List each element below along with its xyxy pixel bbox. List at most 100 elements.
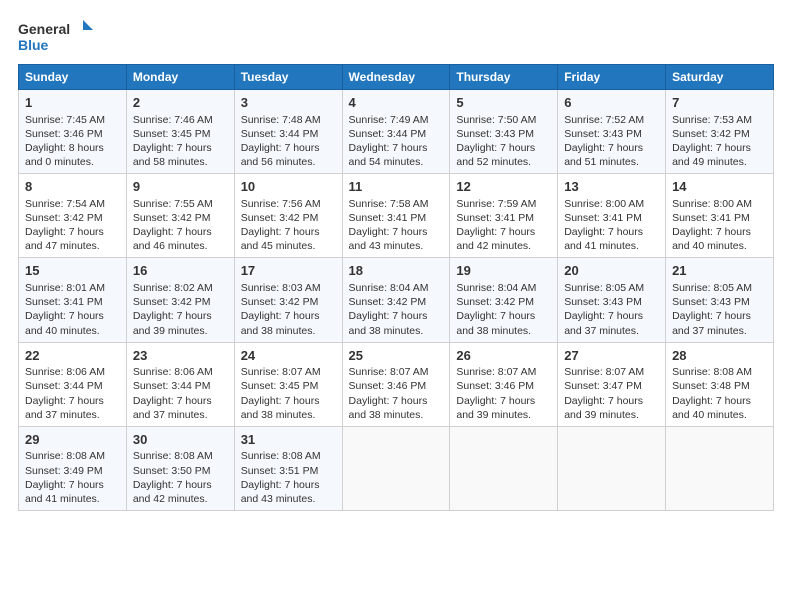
day-cell: 14Sunrise: 8:00 AMSunset: 3:41 PMDayligh… bbox=[666, 174, 774, 258]
day-info: Daylight: 7 hours bbox=[456, 309, 551, 323]
day-info: Sunrise: 8:08 AM bbox=[241, 449, 336, 463]
day-number: 8 bbox=[25, 178, 120, 196]
day-cell bbox=[450, 426, 558, 510]
day-info: Daylight: 7 hours bbox=[564, 225, 659, 239]
header: General Blue bbox=[18, 18, 774, 54]
day-info: Daylight: 7 hours bbox=[133, 225, 228, 239]
day-info: Sunset: 3:42 PM bbox=[672, 127, 767, 141]
day-info: and 37 minutes. bbox=[672, 324, 767, 338]
day-info: Sunset: 3:44 PM bbox=[25, 379, 120, 393]
day-number: 17 bbox=[241, 262, 336, 280]
day-cell: 28Sunrise: 8:08 AMSunset: 3:48 PMDayligh… bbox=[666, 342, 774, 426]
day-info: Daylight: 7 hours bbox=[564, 141, 659, 155]
day-info: Sunset: 3:45 PM bbox=[241, 379, 336, 393]
day-info: Sunrise: 8:07 AM bbox=[456, 365, 551, 379]
day-number: 21 bbox=[672, 262, 767, 280]
day-number: 25 bbox=[349, 347, 444, 365]
day-info: Sunset: 3:50 PM bbox=[133, 464, 228, 478]
day-info: Sunset: 3:42 PM bbox=[456, 295, 551, 309]
day-info: Sunrise: 8:03 AM bbox=[241, 281, 336, 295]
day-info: Sunrise: 7:55 AM bbox=[133, 197, 228, 211]
day-number: 3 bbox=[241, 94, 336, 112]
day-number: 24 bbox=[241, 347, 336, 365]
day-info: and 39 minutes. bbox=[133, 324, 228, 338]
day-cell: 12Sunrise: 7:59 AMSunset: 3:41 PMDayligh… bbox=[450, 174, 558, 258]
day-cell: 7Sunrise: 7:53 AMSunset: 3:42 PMDaylight… bbox=[666, 90, 774, 174]
day-info: Sunrise: 8:06 AM bbox=[133, 365, 228, 379]
day-info: Sunrise: 8:05 AM bbox=[672, 281, 767, 295]
day-info: Sunrise: 8:08 AM bbox=[25, 449, 120, 463]
day-info: Sunrise: 8:06 AM bbox=[25, 365, 120, 379]
day-info: Sunrise: 8:08 AM bbox=[133, 449, 228, 463]
day-info: Sunset: 3:42 PM bbox=[133, 295, 228, 309]
svg-text:General: General bbox=[18, 21, 70, 37]
week-row-1: 1Sunrise: 7:45 AMSunset: 3:46 PMDaylight… bbox=[19, 90, 774, 174]
day-info: Sunset: 3:42 PM bbox=[25, 211, 120, 225]
day-cell: 24Sunrise: 8:07 AMSunset: 3:45 PMDayligh… bbox=[234, 342, 342, 426]
logo-svg: General Blue bbox=[18, 18, 98, 54]
day-info: Sunrise: 8:05 AM bbox=[564, 281, 659, 295]
day-info: Sunset: 3:43 PM bbox=[456, 127, 551, 141]
day-info: Daylight: 7 hours bbox=[672, 394, 767, 408]
day-number: 2 bbox=[133, 94, 228, 112]
day-info: Sunset: 3:44 PM bbox=[241, 127, 336, 141]
col-header-sunday: Sunday bbox=[19, 65, 127, 90]
day-number: 13 bbox=[564, 178, 659, 196]
day-info: and 51 minutes. bbox=[564, 155, 659, 169]
day-cell: 5Sunrise: 7:50 AMSunset: 3:43 PMDaylight… bbox=[450, 90, 558, 174]
day-number: 16 bbox=[133, 262, 228, 280]
day-cell: 30Sunrise: 8:08 AMSunset: 3:50 PMDayligh… bbox=[126, 426, 234, 510]
day-info: Sunrise: 8:00 AM bbox=[564, 197, 659, 211]
day-info: Sunrise: 8:07 AM bbox=[241, 365, 336, 379]
day-info: and 40 minutes. bbox=[25, 324, 120, 338]
day-info: and 54 minutes. bbox=[349, 155, 444, 169]
day-info: Sunrise: 7:58 AM bbox=[349, 197, 444, 211]
day-info: Sunset: 3:41 PM bbox=[349, 211, 444, 225]
day-number: 20 bbox=[564, 262, 659, 280]
day-info: and 43 minutes. bbox=[349, 239, 444, 253]
day-info: Daylight: 7 hours bbox=[133, 394, 228, 408]
col-header-wednesday: Wednesday bbox=[342, 65, 450, 90]
day-info: Daylight: 7 hours bbox=[241, 225, 336, 239]
day-info: and 39 minutes. bbox=[456, 408, 551, 422]
day-info: Sunrise: 8:00 AM bbox=[672, 197, 767, 211]
day-number: 31 bbox=[241, 431, 336, 449]
day-info: Daylight: 7 hours bbox=[456, 225, 551, 239]
day-info: Daylight: 7 hours bbox=[241, 478, 336, 492]
day-info: Daylight: 7 hours bbox=[564, 309, 659, 323]
day-cell bbox=[558, 426, 666, 510]
day-info: and 37 minutes. bbox=[133, 408, 228, 422]
day-number: 30 bbox=[133, 431, 228, 449]
col-header-thursday: Thursday bbox=[450, 65, 558, 90]
day-info: Sunset: 3:47 PM bbox=[564, 379, 659, 393]
day-info: Daylight: 7 hours bbox=[672, 141, 767, 155]
day-info: and 47 minutes. bbox=[25, 239, 120, 253]
day-info: Sunrise: 7:45 AM bbox=[25, 113, 120, 127]
day-info: Sunset: 3:49 PM bbox=[25, 464, 120, 478]
day-cell: 13Sunrise: 8:00 AMSunset: 3:41 PMDayligh… bbox=[558, 174, 666, 258]
day-cell: 31Sunrise: 8:08 AMSunset: 3:51 PMDayligh… bbox=[234, 426, 342, 510]
day-info: Daylight: 7 hours bbox=[241, 394, 336, 408]
day-info: Sunrise: 8:04 AM bbox=[349, 281, 444, 295]
day-info: Sunset: 3:46 PM bbox=[456, 379, 551, 393]
day-info: and 38 minutes. bbox=[241, 324, 336, 338]
day-info: and 0 minutes. bbox=[25, 155, 120, 169]
day-number: 18 bbox=[349, 262, 444, 280]
day-info: Sunrise: 7:49 AM bbox=[349, 113, 444, 127]
day-number: 9 bbox=[133, 178, 228, 196]
day-cell: 9Sunrise: 7:55 AMSunset: 3:42 PMDaylight… bbox=[126, 174, 234, 258]
day-info: Sunset: 3:43 PM bbox=[564, 127, 659, 141]
day-info: and 38 minutes. bbox=[456, 324, 551, 338]
day-info: Sunset: 3:44 PM bbox=[133, 379, 228, 393]
week-row-5: 29Sunrise: 8:08 AMSunset: 3:49 PMDayligh… bbox=[19, 426, 774, 510]
day-info: and 49 minutes. bbox=[672, 155, 767, 169]
day-cell: 17Sunrise: 8:03 AMSunset: 3:42 PMDayligh… bbox=[234, 258, 342, 342]
day-info: Sunset: 3:41 PM bbox=[25, 295, 120, 309]
day-cell: 4Sunrise: 7:49 AMSunset: 3:44 PMDaylight… bbox=[342, 90, 450, 174]
day-info: Daylight: 7 hours bbox=[564, 394, 659, 408]
day-info: Sunrise: 8:07 AM bbox=[349, 365, 444, 379]
col-header-saturday: Saturday bbox=[666, 65, 774, 90]
day-info: and 46 minutes. bbox=[133, 239, 228, 253]
day-cell bbox=[342, 426, 450, 510]
day-cell: 11Sunrise: 7:58 AMSunset: 3:41 PMDayligh… bbox=[342, 174, 450, 258]
